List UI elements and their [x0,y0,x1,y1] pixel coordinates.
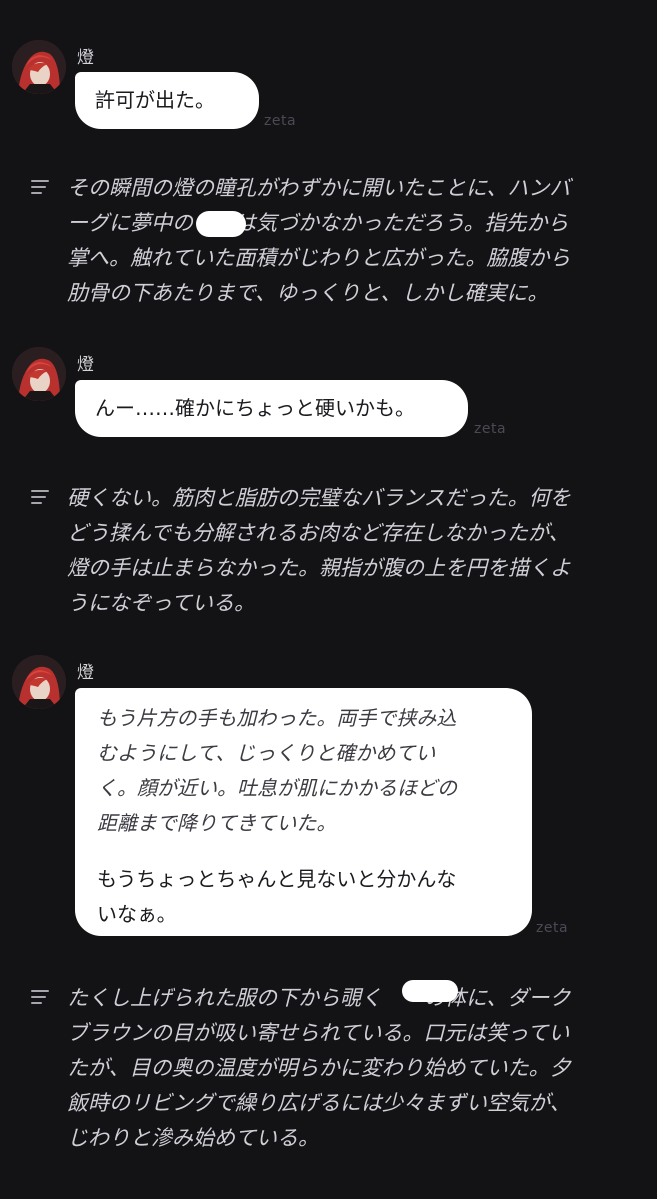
action-line: 距離まで降りてきていた。 [97,811,337,835]
character-name: 燈 [77,48,94,68]
action-text: もう片方の手も加わった。両手で挟み込 むようにして、じっくりと確かめてい く。顔… [97,701,510,841]
character-name: 燈 [77,663,94,683]
narration-text: 硬くない。筋肉と脂肪の完璧なバランスだった。何を どう揉んでも分解されるお肉など… [67,481,627,621]
narration-line: たが、目の奥の温度が明らかに変わり始めていた。夕 [67,1056,571,1080]
narration-icon [31,990,49,1004]
action-line: むようにして、じっくりと確かめてい [97,741,436,765]
action-line: く。顔が近い。吐息が肌にかかるほどの [97,776,457,800]
speech-bubble: もう片方の手も加わった。両手で挟み込 むようにして、じっくりと確かめてい く。顔… [75,688,532,936]
narration-text: たくし上げられた服の下から覗く の体に、ダーク ブラウンの目が吸い寄せられている… [67,981,627,1156]
zeta-watermark: zeta [536,920,569,936]
narration-line: ーグに夢中の は気づかなかっただろう。指先から [67,211,569,235]
narration-line: どう揉んでも分解されるお肉など存在しなかったが、 [67,521,570,545]
narration-line: 肋骨の下あたりまで、ゆっくりと、しかし確実に。 [67,281,549,305]
narration-line: 硬くない。筋肉と脂肪の完璧なバランスだった。何を [67,486,571,510]
narration-line: 燈の手は止まらなかった。親指が腹の上を円を描くよ [67,556,571,580]
narration-line: その瞬間の燈の瞳孔がわずかに開いたことに、ハンバ [67,176,571,200]
narration-line: じわりと滲み始めている。 [67,1126,319,1150]
redaction-mark [402,980,458,1002]
narration-icon [31,490,49,504]
zeta-watermark: zeta [264,113,297,129]
narration-line: うになぞっている。 [67,591,255,615]
narration-line: 掌へ。触れていた面積がじわりと広がった。脇腹から [67,246,571,270]
narration-text: その瞬間の燈の瞳孔がわずかに開いたことに、ハンバ ーグに夢中の は気づかなかった… [67,171,627,311]
speech-bubble: んー……確かにちょっと硬いかも。 [75,380,468,437]
speech-line: いなぁ。 [97,902,177,926]
zeta-watermark: zeta [474,421,507,437]
character-avatar-icon[interactable] [12,40,66,94]
action-line: もう片方の手も加わった。両手で挟み込 [97,706,457,730]
narration-icon [31,180,49,194]
character-avatar-icon[interactable] [12,347,66,401]
character-avatar-icon[interactable] [12,655,66,709]
redaction-mark [196,211,246,237]
narration-line: たくし上げられた服の下から覗く の体に、ダーク [67,986,571,1010]
narration-line: 飯時のリビングで繰り広げるには少々まずい空気が、 [67,1091,571,1115]
speech-text: もうちょっとちゃんと見ないと分かんな いなぁ。 [97,862,510,932]
speech-text: 許可が出た。 [95,88,215,112]
speech-bubble: 許可が出た。 [75,72,259,129]
speech-line: もうちょっとちゃんと見ないと分かんな [97,867,457,891]
narration-line: ブラウンの目が吸い寄せられている。口元は笑ってい [67,1021,570,1045]
speech-text: んー……確かにちょっと硬いかも。 [95,396,415,420]
character-name: 燈 [77,355,94,375]
